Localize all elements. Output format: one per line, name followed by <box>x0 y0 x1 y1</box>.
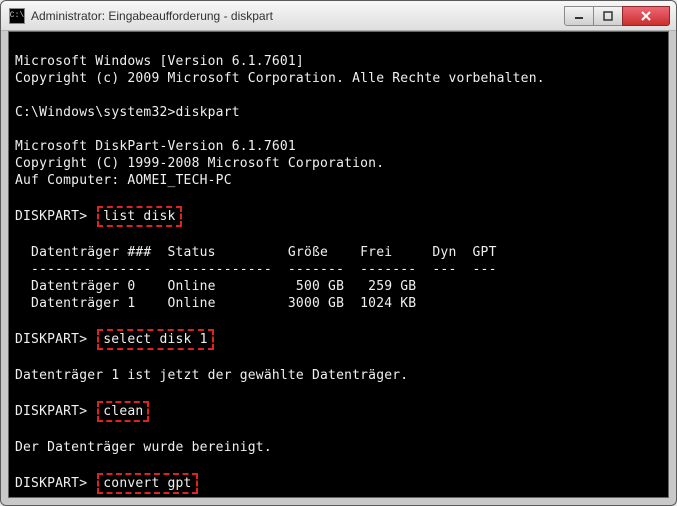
window-controls <box>565 6 670 26</box>
diskpart-computer-line: Auf Computer: AOMEI_TECH-PC <box>15 173 232 188</box>
command-path-line: C:\Windows\system32>diskpart <box>15 105 240 120</box>
cmd-select-disk: select disk 1 <box>97 329 213 350</box>
diskpart-prompt: DISKPART> <box>15 476 87 491</box>
prompt-line: DISKPART> convert gpt <box>15 476 198 491</box>
table-separator: --------------- ------------- ------- --… <box>15 262 497 277</box>
maximize-button[interactable] <box>593 6 623 26</box>
table-header: Datenträger ### Status Größe Frei Dyn GP… <box>15 245 497 260</box>
close-button[interactable] <box>622 6 670 26</box>
cmd-icon: C:\ <box>9 8 25 24</box>
diskpart-prompt: DISKPART> <box>15 332 87 347</box>
minimize-button[interactable] <box>564 6 594 26</box>
diskpart-prompt: DISKPART> <box>15 209 87 224</box>
diskpart-prompt: DISKPART> <box>15 404 87 419</box>
console-output[interactable]: Microsoft Windows [Version 6.1.7601] Cop… <box>8 31 669 498</box>
table-row: Datenträger 1 Online 3000 GB 1024 KB <box>15 296 416 311</box>
cmd-list-disk: list disk <box>97 206 181 227</box>
cmd-clean: clean <box>97 401 149 422</box>
result-clean: Der Datenträger wurde bereinigt. <box>15 440 272 455</box>
prompt-line: DISKPART> clean <box>15 404 149 419</box>
result-select-disk: Datenträger 1 ist jetzt der gewählte Dat… <box>15 368 408 383</box>
os-copyright-line: Copyright (c) 2009 Microsoft Corporation… <box>15 71 545 86</box>
command-prompt-window: C:\ Administrator: Eingabeaufforderung -… <box>0 0 677 506</box>
table-row: Datenträger 0 Online 500 GB 259 GB <box>15 279 416 294</box>
diskpart-version-line: Microsoft DiskPart-Version 6.1.7601 <box>15 139 296 154</box>
prompt-line: DISKPART> select disk 1 <box>15 332 214 347</box>
diskpart-copyright-line: Copyright (C) 1999-2008 Microsoft Corpor… <box>15 156 384 171</box>
prompt-line: DISKPART> list disk <box>15 209 182 224</box>
titlebar[interactable]: C:\ Administrator: Eingabeaufforderung -… <box>1 1 676 31</box>
os-version-line: Microsoft Windows [Version 6.1.7601] <box>15 54 304 69</box>
cmd-convert-gpt: convert gpt <box>97 473 197 494</box>
window-title: Administrator: Eingabeaufforderung - dis… <box>31 9 565 23</box>
